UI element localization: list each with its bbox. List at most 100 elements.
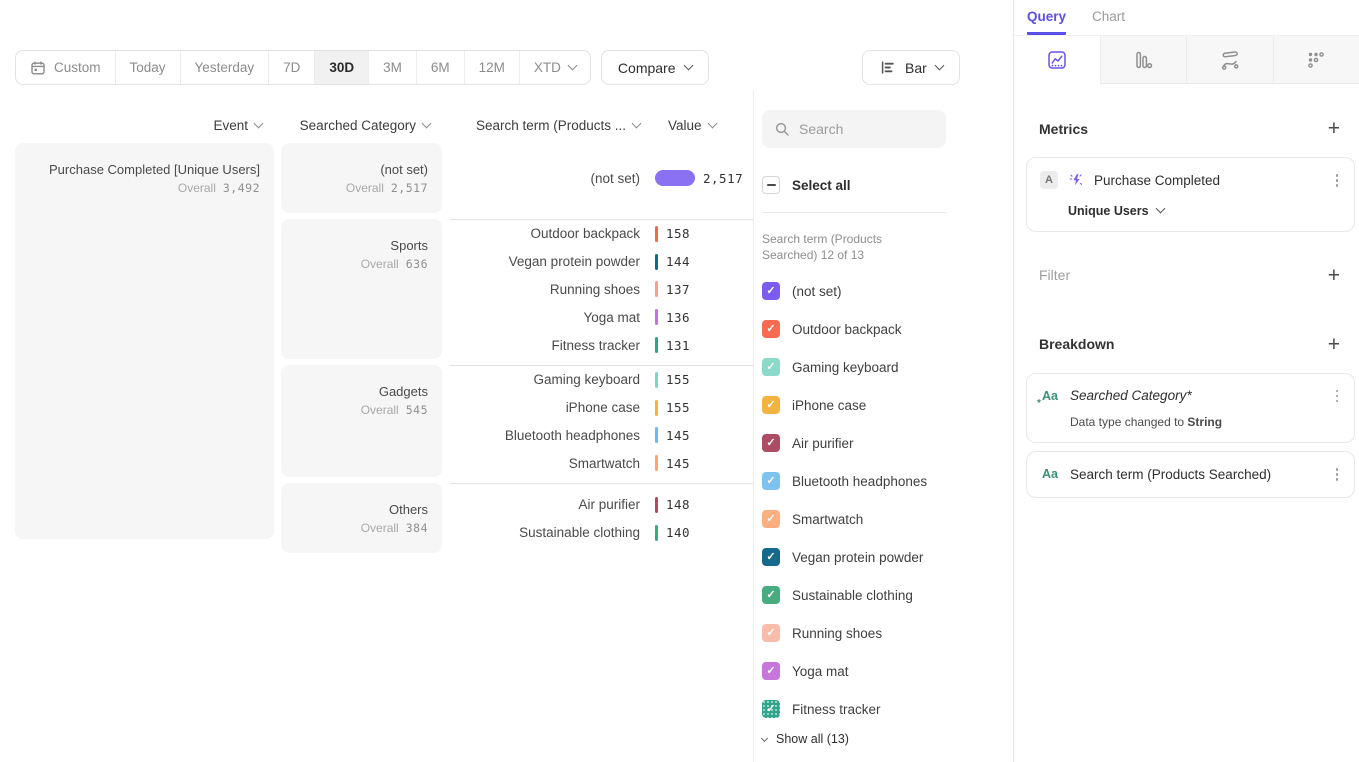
add-metric-button[interactable]: +	[1328, 118, 1340, 139]
date-range-button[interactable]: 3M	[368, 51, 416, 84]
legend-item[interactable]: ✓ Yoga mat	[762, 652, 946, 690]
add-filter-button[interactable]: +	[1328, 265, 1340, 286]
date-range-label: 7D	[283, 60, 300, 75]
date-range-button[interactable]: XTD	[519, 51, 590, 84]
table-row[interactable]: iPhone case 155	[450, 394, 753, 422]
tab-retention[interactable]	[1273, 36, 1359, 84]
value-bar[interactable]	[655, 254, 658, 270]
legend-item[interactable]: ✓ Running shoes	[762, 614, 946, 652]
legend-item[interactable]: ✓ iPhone case	[762, 386, 946, 424]
legend-item[interactable]: ✓ Air purifier	[762, 424, 946, 462]
table-row[interactable]: Smartwatch 145	[450, 449, 753, 477]
counting-method-label: Unique Users	[1068, 204, 1149, 218]
value-label: 155	[666, 372, 690, 387]
value-bar[interactable]	[655, 455, 658, 471]
kebab-menu-icon[interactable]	[1333, 465, 1342, 484]
legend-checkbox[interactable]: ✓	[762, 586, 780, 604]
legend-checkbox[interactable]: ✓	[762, 510, 780, 528]
legend-checkbox[interactable]: ✓	[762, 624, 780, 642]
legend-checkbox[interactable]: ✓	[762, 396, 780, 414]
column-header-event[interactable]: Event	[15, 118, 274, 133]
tab-funnels[interactable]	[1100, 36, 1187, 84]
search-input[interactable]	[799, 121, 934, 137]
compare-button[interactable]: Compare	[601, 50, 709, 85]
kebab-menu-icon[interactable]	[1333, 171, 1342, 190]
table-row[interactable]: Bluetooth headphones 145	[450, 422, 753, 450]
legend-checkbox[interactable]: ✓	[762, 662, 780, 680]
value-bar[interactable]	[655, 281, 658, 297]
legend-item[interactable]: ✓ Vegan protein powder	[762, 538, 946, 576]
sidebar-tab[interactable]: Chart	[1092, 0, 1125, 35]
sidebar-tab[interactable]: Query	[1027, 0, 1066, 35]
table-row[interactable]: Gaming keyboard 155	[450, 366, 753, 394]
table-row[interactable]: Air purifier 148	[450, 491, 753, 519]
tab-flows[interactable]	[1186, 36, 1273, 84]
overall-value: 384	[406, 521, 428, 535]
chart-type-select[interactable]: Bar	[862, 50, 960, 85]
metric-card[interactable]: A Purchase Completed Unique Users	[1026, 157, 1355, 232]
table-row[interactable]: Fitness tracker 131	[450, 331, 753, 359]
column-header-search-term[interactable]: Search term (Products ...	[450, 118, 640, 133]
value-bar[interactable]	[655, 337, 658, 353]
breakdown-card[interactable]: Aa * Searched Category* Data type change…	[1026, 373, 1355, 444]
column-header-searched-category[interactable]: Searched Category	[281, 118, 442, 133]
term-group: Air purifier 148 Sustainable clothing 14…	[450, 483, 753, 553]
value-bar[interactable]	[655, 309, 658, 325]
legend-item[interactable]: ✓ Fitness tracker	[762, 690, 946, 728]
table-row[interactable]: Vegan protein powder 144	[450, 248, 753, 276]
value-bar[interactable]	[655, 525, 658, 541]
value-bar[interactable]	[655, 497, 658, 513]
legend-item[interactable]: ✓ (not set)	[762, 272, 946, 310]
legend-item[interactable]: ✓ Outdoor backpack	[762, 310, 946, 348]
select-all-row[interactable]: Select all	[762, 176, 946, 194]
legend-checkbox[interactable]: ✓	[762, 358, 780, 376]
legend-item[interactable]: ✓ Sustainable clothing	[762, 576, 946, 614]
category-cell[interactable]: Gadgets Overall545	[281, 365, 442, 477]
legend-item[interactable]: ✓ Gaming keyboard	[762, 348, 946, 386]
value-label: 137	[666, 282, 690, 297]
date-range-button[interactable]: Today	[115, 51, 180, 84]
event-cell[interactable]: Purchase Completed [Unique Users] Overal…	[15, 143, 274, 539]
table-row[interactable]: (not set) 2,517	[450, 164, 753, 192]
date-range-label: 12M	[479, 60, 505, 75]
legend-checkbox[interactable]: ✓	[762, 282, 780, 300]
kebab-menu-icon[interactable]	[1333, 387, 1342, 406]
column-header-label: Event	[213, 118, 248, 133]
category-cell[interactable]: (not set) Overall2,517	[281, 143, 442, 213]
legend-item[interactable]: ✓ Bluetooth headphones	[762, 462, 946, 500]
value-bar[interactable]	[655, 427, 658, 443]
category-cell[interactable]: Sports Overall636	[281, 219, 442, 359]
select-all-checkbox[interactable]	[762, 176, 780, 194]
value-bar[interactable]	[655, 372, 658, 388]
legend-checkbox[interactable]: ✓	[762, 700, 780, 718]
legend-checkbox[interactable]: ✓	[762, 434, 780, 452]
legend-checkbox[interactable]: ✓	[762, 548, 780, 566]
date-range-button[interactable]: 6M	[416, 51, 464, 84]
legend-checkbox[interactable]: ✓	[762, 472, 780, 490]
tab-insights[interactable]	[1014, 36, 1100, 84]
breakdown-card[interactable]: Aa Search term (Products Searched)	[1026, 451, 1355, 498]
date-range-button[interactable]: Custom	[16, 51, 115, 84]
table-row[interactable]: Sustainable clothing 140	[450, 519, 753, 547]
breakdown-property-name: Searched Category*	[1070, 388, 1192, 403]
value-bar[interactable]	[655, 226, 658, 242]
date-range-button[interactable]: 30D	[314, 51, 368, 84]
date-range-button[interactable]: 7D	[268, 51, 314, 84]
counting-method-select[interactable]: Unique Users	[1068, 204, 1341, 218]
show-all-button[interactable]: Show all (13)	[762, 732, 946, 746]
column-header-value[interactable]: Value	[668, 118, 716, 133]
add-breakdown-button[interactable]: +	[1328, 334, 1340, 355]
date-range-button[interactable]: Yesterday	[180, 51, 269, 84]
value-label: 145	[666, 428, 690, 443]
legend-item[interactable]: ✓ Smartwatch	[762, 500, 946, 538]
date-range-button[interactable]: 12M	[464, 51, 519, 84]
legend-checkbox[interactable]: ✓	[762, 320, 780, 338]
table-row[interactable]: Yoga mat 136	[450, 303, 753, 331]
value-bar[interactable]	[655, 400, 658, 416]
table-row[interactable]: Outdoor backpack 158	[450, 220, 753, 248]
category-cell[interactable]: Others Overall384	[281, 483, 442, 553]
event-name: Purchase Completed [Unique Users]	[25, 161, 260, 179]
check-icon: ✓	[766, 552, 775, 563]
table-row[interactable]: Running shoes 137	[450, 276, 753, 304]
value-bar[interactable]	[655, 170, 695, 186]
